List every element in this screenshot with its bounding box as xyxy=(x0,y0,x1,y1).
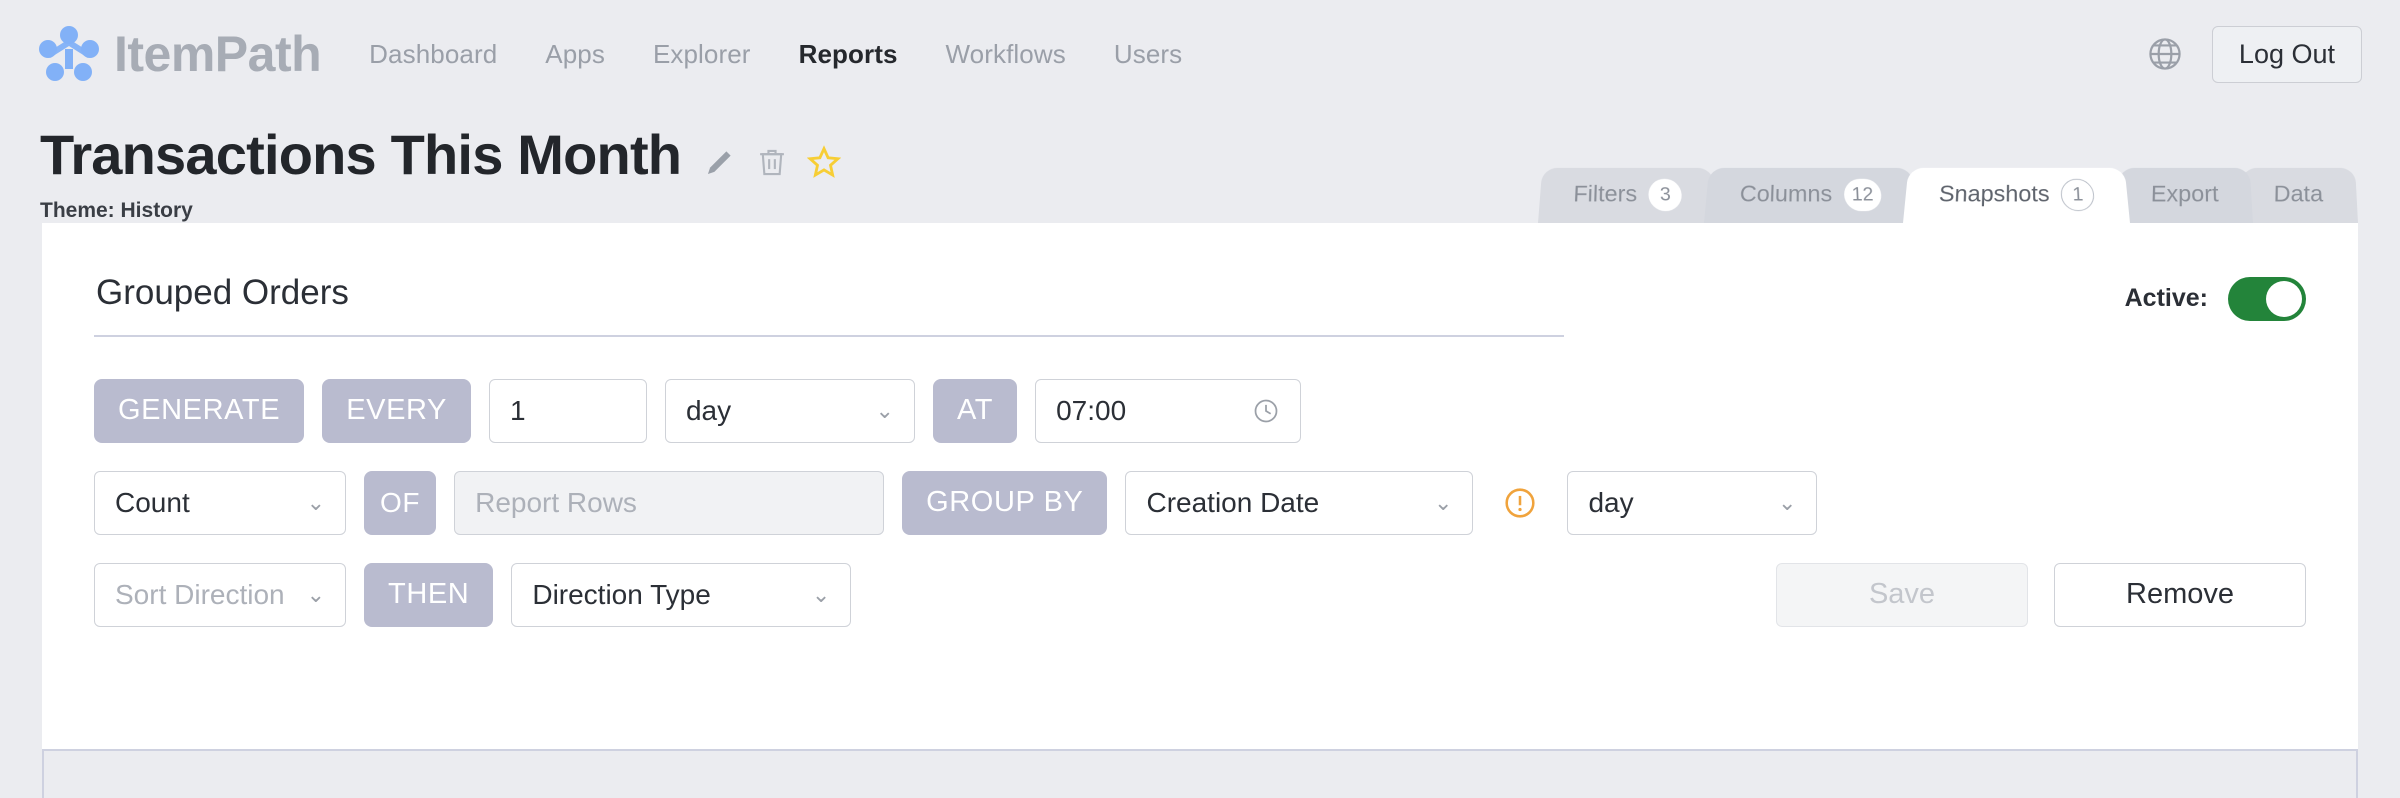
title-action-icons xyxy=(703,131,842,179)
group-by-chip[interactable]: GROUP BY xyxy=(902,470,1108,535)
group-field-select[interactable]: Creation Date ⌄ xyxy=(1125,470,1474,535)
schedule-row: GENERATE EVERY 1 day ⌄ AT 07:00 xyxy=(94,378,2306,443)
chevron-down-icon: ⌄ xyxy=(1778,489,1797,515)
nav-item-users[interactable]: Users xyxy=(1114,39,1182,70)
nav-right-group: Log Out xyxy=(2146,25,2362,83)
tab-export[interactable]: Export xyxy=(2115,167,2254,223)
chevron-down-icon: ⌄ xyxy=(1434,489,1453,515)
interval-number-value: 1 xyxy=(509,394,526,426)
tab-columns-badge: 12 xyxy=(1842,178,1882,211)
chevron-down-icon: ⌄ xyxy=(306,489,325,515)
nav-item-reports[interactable]: Reports xyxy=(799,39,898,70)
warning-circle-icon[interactable] xyxy=(1503,486,1537,520)
aggregate-target-input[interactable]: Report Rows xyxy=(454,470,885,535)
brand-name: ItemPath xyxy=(114,26,322,82)
logout-button[interactable]: Log Out xyxy=(2211,25,2362,83)
snapshot-rule-rows: GENERATE EVERY 1 day ⌄ AT 07:00 Count ⌄ … xyxy=(94,378,2306,627)
remove-button[interactable]: Remove xyxy=(2054,562,2306,627)
globe-icon[interactable] xyxy=(2146,35,2184,73)
next-snapshot-section xyxy=(42,750,2358,798)
aggregate-function-select[interactable]: Count ⌄ xyxy=(94,470,346,535)
tab-data[interactable]: Data xyxy=(2239,167,2358,223)
at-chip[interactable]: AT xyxy=(932,378,1018,443)
chevron-down-icon: ⌄ xyxy=(811,581,831,607)
snapshot-editor-panel: Active: GENERATE EVERY 1 day ⌄ AT 07:00 xyxy=(42,222,2358,751)
group-interval-value: day xyxy=(1588,486,1634,518)
run-time-value: 07:00 xyxy=(1056,394,1127,426)
nav-item-dashboard[interactable]: Dashboard xyxy=(369,39,497,70)
of-chip[interactable]: OF xyxy=(364,470,437,535)
tab-columns[interactable]: Columns 12 xyxy=(1703,167,1917,223)
snapshot-active-group: Active: xyxy=(2125,267,2306,321)
clock-icon xyxy=(1254,399,1278,423)
snapshot-header-row: Active: xyxy=(94,266,2306,337)
tab-snapshots-badge: 1 xyxy=(2060,178,2096,211)
panel-bottom-divider xyxy=(42,748,2358,751)
sort-direction-placeholder: Sort Direction xyxy=(115,578,285,610)
nav-item-apps[interactable]: Apps xyxy=(545,39,605,70)
tab-export-label: Export xyxy=(2150,181,2219,208)
then-chip[interactable]: THEN xyxy=(364,562,494,627)
tab-filters[interactable]: Filters 3 xyxy=(1538,167,1718,223)
aggregate-function-value: Count xyxy=(115,486,190,518)
top-navigation-bar: ItemPath Dashboard Apps Explorer Reports… xyxy=(0,0,2400,108)
interval-number-input[interactable]: 1 xyxy=(488,378,647,443)
interval-unit-value: day xyxy=(685,394,732,426)
page-title: Transactions This Month xyxy=(40,123,682,186)
group-interval-select[interactable]: day ⌄ xyxy=(1567,470,1818,535)
brand-logo-link[interactable]: ItemPath xyxy=(38,25,322,83)
every-chip[interactable]: EVERY xyxy=(322,378,471,443)
star-icon[interactable] xyxy=(807,145,842,179)
generate-chip[interactable]: GENERATE xyxy=(94,378,305,443)
snapshot-name-input[interactable] xyxy=(94,266,1564,337)
chevron-down-icon: ⌄ xyxy=(875,397,894,423)
run-time-input[interactable]: 07:00 xyxy=(1035,378,1302,443)
aggregate-row: Count ⌄ OF Report Rows GROUP BY Creation… xyxy=(94,470,2306,535)
nav-item-workflows[interactable]: Workflows xyxy=(946,39,1066,70)
direction-type-value: Direction Type xyxy=(532,578,711,610)
primary-nav-links: Dashboard Apps Explorer Reports Workflow… xyxy=(369,39,1182,70)
tab-data-label: Data xyxy=(2273,181,2324,208)
active-toggle[interactable] xyxy=(2228,276,2306,321)
tab-filters-badge: 3 xyxy=(1648,178,1683,211)
group-field-value: Creation Date xyxy=(1146,486,1320,518)
pencil-icon[interactable] xyxy=(703,145,737,179)
tab-columns-label: Columns xyxy=(1738,181,1832,208)
direction-type-select[interactable]: Direction Type ⌄ xyxy=(511,562,852,627)
aggregate-target-placeholder: Report Rows xyxy=(475,486,637,518)
report-tabs: Filters 3 Columns 12 Snapshots 1 Export … xyxy=(1538,165,2358,223)
nav-item-explorer[interactable]: Explorer xyxy=(653,39,751,70)
tab-snapshots[interactable]: Snapshots 1 xyxy=(1902,167,2130,223)
itempath-dots-logo-icon xyxy=(39,26,99,81)
save-button[interactable]: Save xyxy=(1776,562,2028,627)
report-header-block: Transactions This Month Theme: History F… xyxy=(0,108,2400,223)
active-toggle-knob xyxy=(2266,280,2302,317)
snapshot-action-buttons: Save Remove xyxy=(1776,562,2306,627)
trash-icon[interactable] xyxy=(755,145,789,179)
interval-unit-select[interactable]: day ⌄ xyxy=(664,378,915,443)
tab-filters-label: Filters xyxy=(1572,181,1638,208)
chevron-down-icon: ⌄ xyxy=(306,581,325,607)
sort-direction-select[interactable]: Sort Direction ⌄ xyxy=(94,562,346,627)
sort-row: Sort Direction ⌄ THEN Direction Type ⌄ S… xyxy=(94,562,2306,627)
snapshot-name-wrap xyxy=(94,266,1564,337)
active-label: Active: xyxy=(2124,284,2208,313)
tab-snapshots-label: Snapshots xyxy=(1937,181,2050,208)
